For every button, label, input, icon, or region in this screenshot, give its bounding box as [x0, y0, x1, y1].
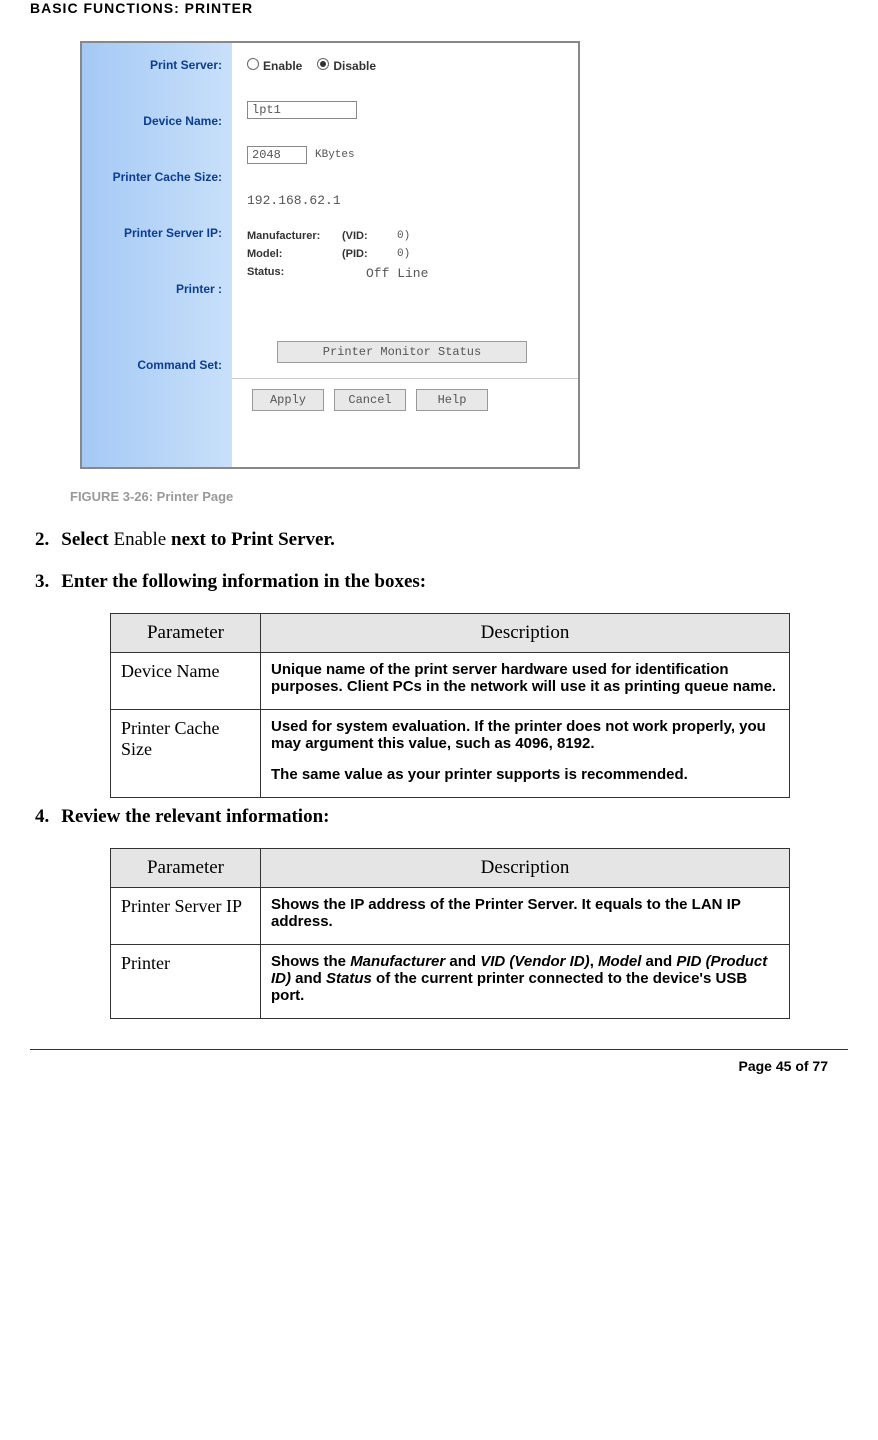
page-footer: Page 45 of 77	[30, 1049, 848, 1074]
table-row: Printer Server IP Shows the IP address o…	[111, 888, 790, 945]
settings-sidebar: Print Server: Device Name: Printer Cache…	[82, 43, 232, 467]
radio-disable-icon	[317, 58, 329, 70]
parameters-table-1: Parameter Description Device Name Unique…	[110, 613, 790, 798]
param-desc: Shows the IP address of the Printer Serv…	[261, 888, 790, 945]
table-header: Parameter	[111, 849, 261, 888]
label-print-server: Print Server:	[92, 58, 222, 72]
param-desc: Unique name of the print server hardware…	[261, 653, 790, 710]
settings-panel: Enable Disable KBytes 192.168.62.1 Manuf…	[232, 43, 578, 467]
table-header: Description	[261, 614, 790, 653]
parameters-table-2: Parameter Description Printer Server IP …	[110, 848, 790, 1019]
apply-button[interactable]: Apply	[252, 389, 324, 411]
label-server-ip: Printer Server IP:	[92, 226, 222, 240]
enable-option[interactable]: Enable	[247, 58, 302, 73]
kbytes-label: KBytes	[315, 149, 355, 161]
table-header: Parameter	[111, 614, 261, 653]
table-header: Description	[261, 849, 790, 888]
model-label: Model:	[247, 248, 342, 260]
label-printer: Printer :	[92, 282, 222, 296]
printer-monitor-status-button[interactable]: Printer Monitor Status	[277, 341, 527, 363]
status-value: Off Line	[366, 266, 428, 281]
figure-caption: FIGURE 3-26: Printer Page	[70, 489, 848, 504]
device-name-input[interactable]	[247, 101, 357, 119]
radio-enable-icon	[247, 58, 259, 70]
table-row: Printer Cache Size Used for system evalu…	[111, 710, 790, 798]
param-desc: Used for system evaluation. If the print…	[261, 710, 790, 798]
manufacturer-label: Manufacturer:	[247, 230, 342, 242]
screenshot-figure: Print Server: Device Name: Printer Cache…	[80, 41, 580, 469]
vid-value: 0)	[397, 230, 410, 242]
label-cache-size: Printer Cache Size:	[92, 170, 222, 184]
status-label: Status:	[247, 266, 342, 281]
printer-server-ip-value: 192.168.62.1	[247, 193, 341, 208]
param-name: Printer	[111, 945, 261, 1019]
label-device-name: Device Name:	[92, 114, 222, 128]
step-4: 4.Review the relevant information:	[35, 806, 848, 828]
print-server-radio-group: Enable Disable	[247, 58, 376, 73]
param-name: Device Name	[111, 653, 261, 710]
step-3: 3.Enter the following information in the…	[35, 571, 848, 593]
param-name: Printer Server IP	[111, 888, 261, 945]
printer-info-block: Manufacturer: (VID: 0) Model: (PID: 0) S…	[247, 230, 563, 281]
pid-label: (PID:	[342, 248, 397, 260]
table-row: Device Name Unique name of the print ser…	[111, 653, 790, 710]
step-2: 2.Select Enable next to Print Server.	[35, 529, 848, 551]
cache-size-input[interactable]	[247, 146, 307, 164]
param-name: Printer Cache Size	[111, 710, 261, 798]
label-command-set: Command Set:	[92, 358, 222, 372]
cancel-button[interactable]: Cancel	[334, 389, 406, 411]
disable-option[interactable]: Disable	[317, 58, 376, 73]
pid-value: 0)	[397, 248, 410, 260]
section-header: BASIC FUNCTIONS: PRINTER	[30, 0, 848, 16]
param-desc: Shows the Manufacturer and VID (Vendor I…	[261, 945, 790, 1019]
help-button[interactable]: Help	[416, 389, 488, 411]
table-row: Printer Shows the Manufacturer and VID (…	[111, 945, 790, 1019]
vid-label: (VID:	[342, 230, 397, 242]
